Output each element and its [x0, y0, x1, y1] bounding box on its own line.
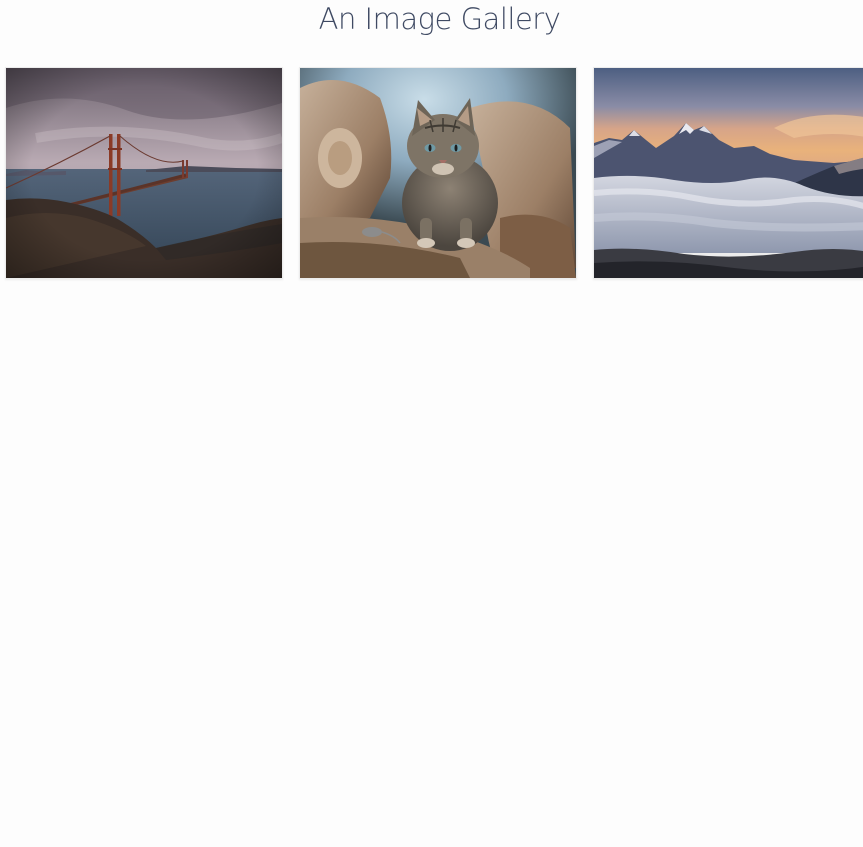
page-title: An Image Gallery — [318, 2, 561, 36]
image-gallery — [5, 67, 863, 281]
gallery-image-bridge[interactable] — [5, 67, 283, 279]
gallery-image-cat[interactable] — [299, 67, 577, 279]
gallery-image-mountains[interactable] — [593, 67, 863, 279]
